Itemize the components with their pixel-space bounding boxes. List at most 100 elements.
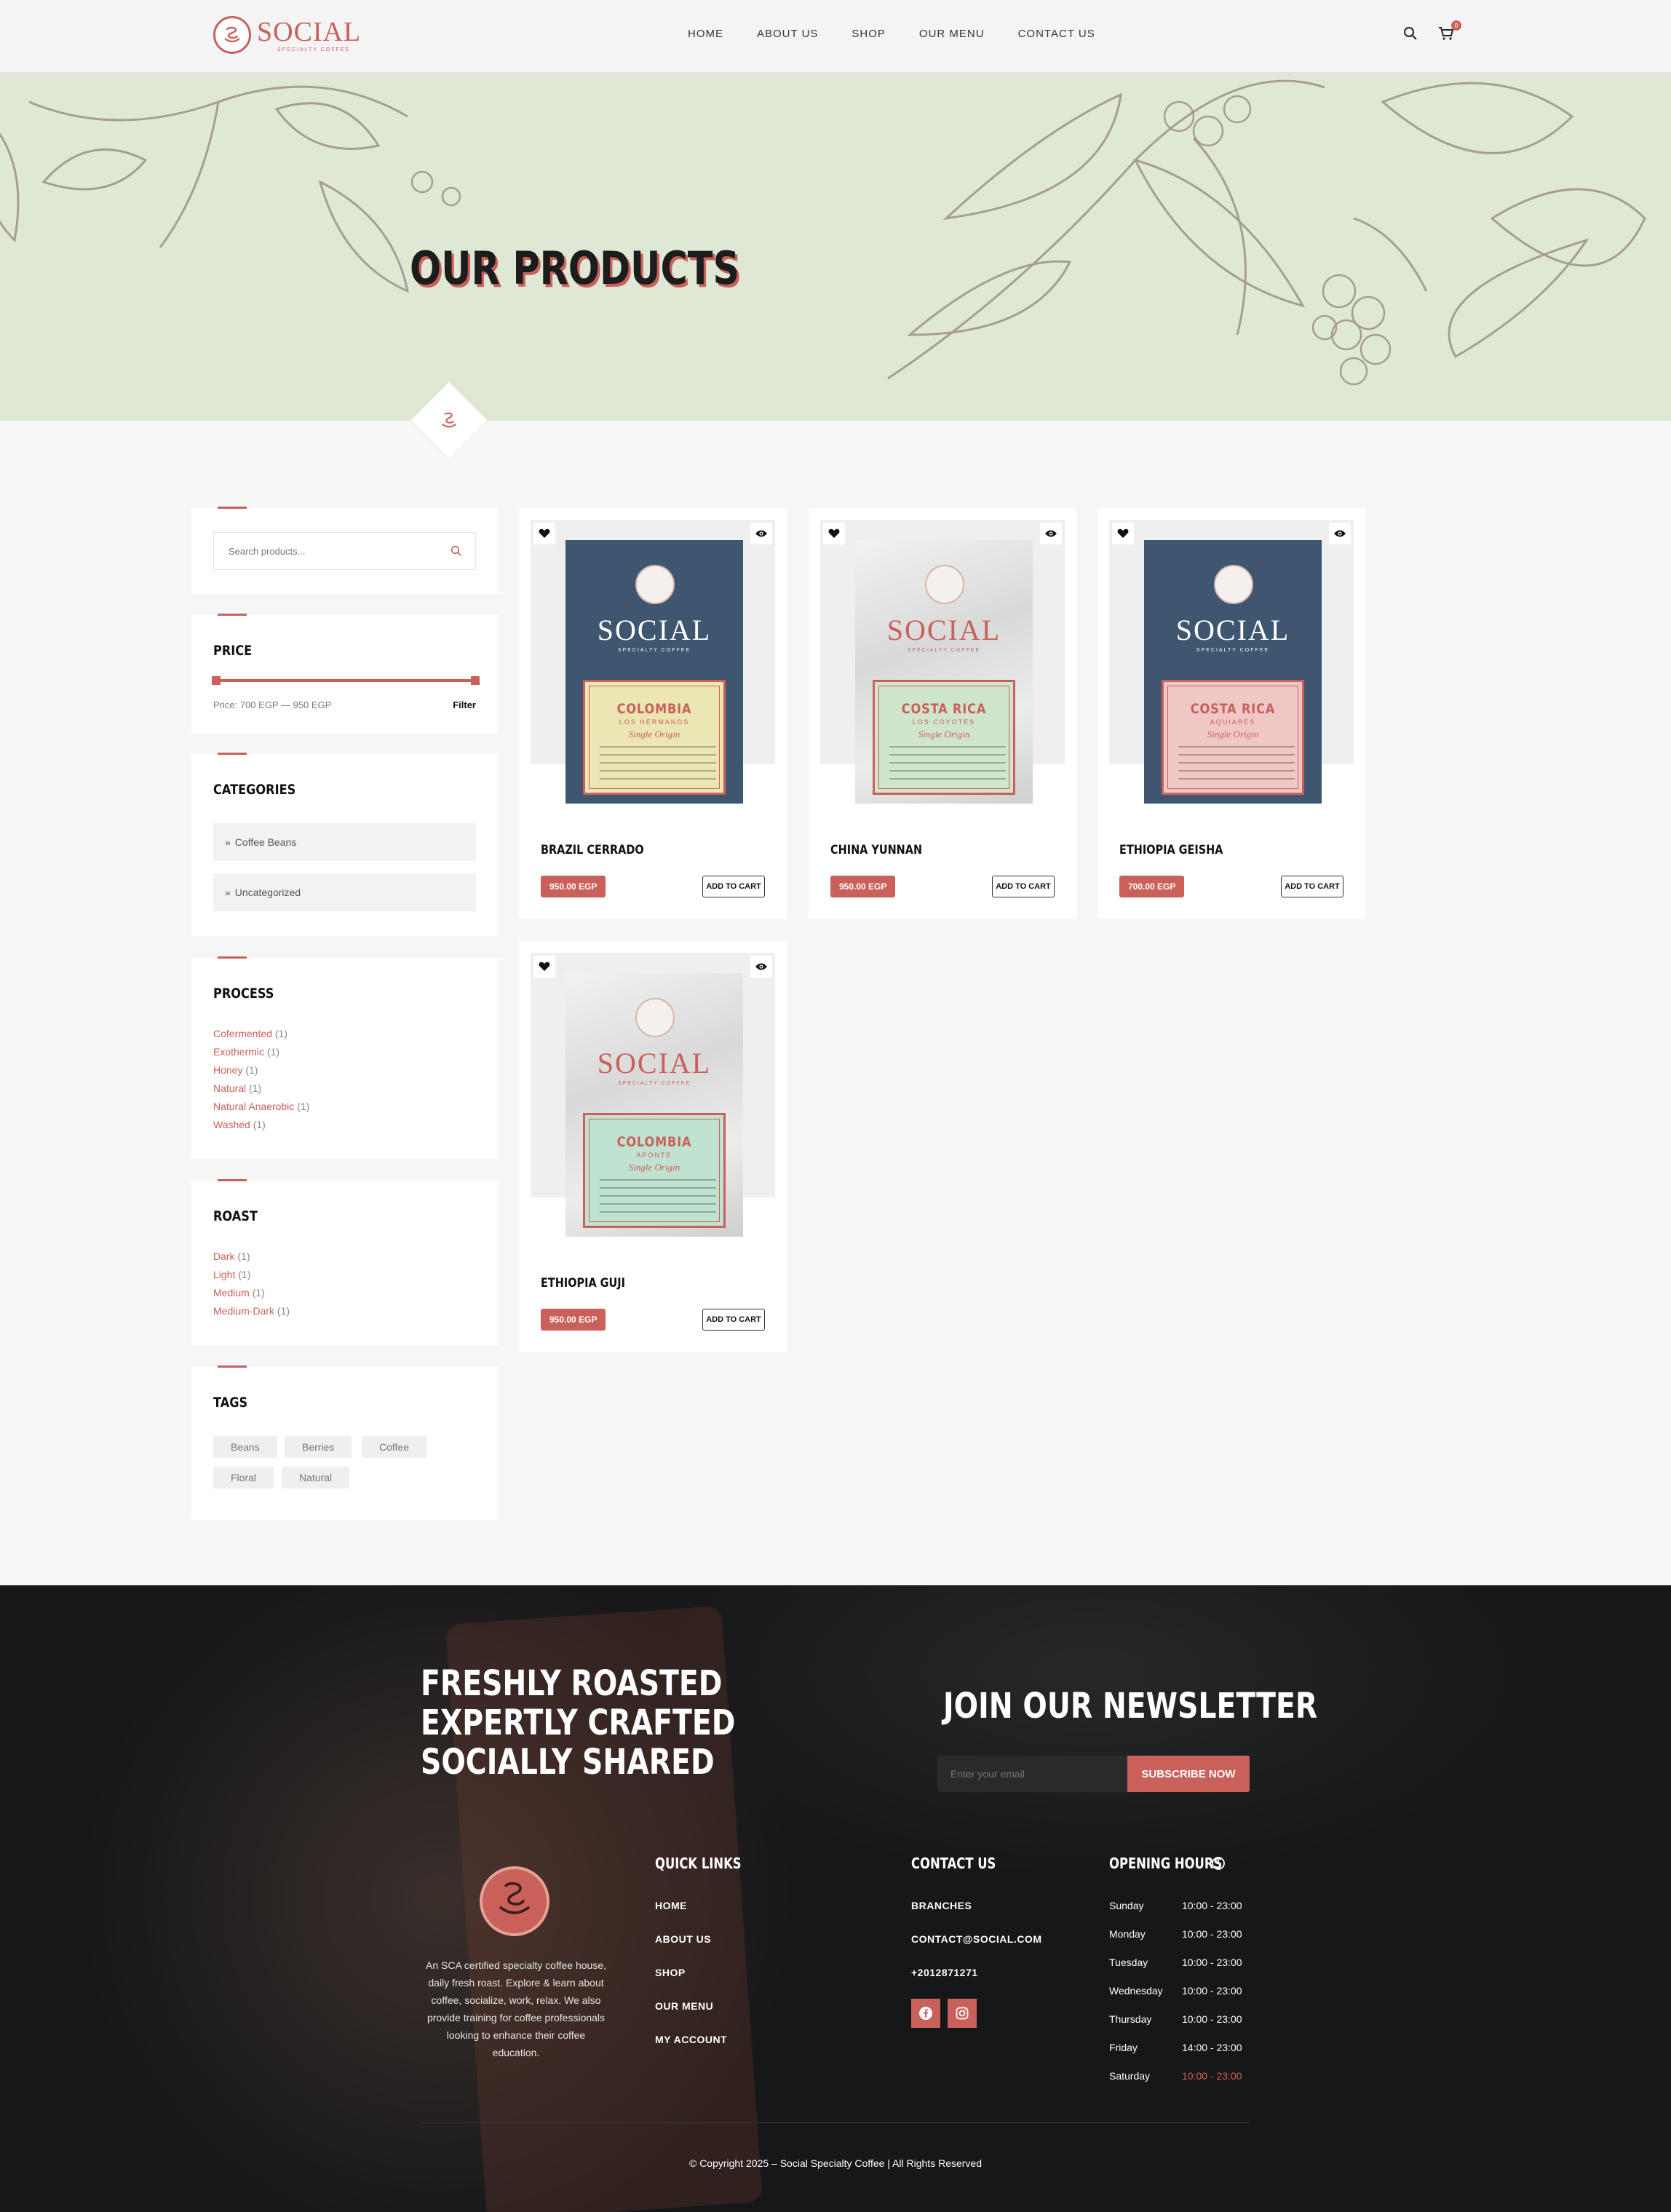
footer-email-link[interactable]: CONTACT@SOCIAL.COM xyxy=(911,1933,1042,1945)
instagram-button[interactable] xyxy=(948,1999,977,2028)
tag-natural[interactable]: Natural xyxy=(282,1467,350,1488)
logo-cup-icon xyxy=(213,16,251,54)
roast-list: Dark (1) Light (1) Medium (1) Medium-Dar… xyxy=(213,1248,290,1320)
page-hero: OUR PRODUCTS xyxy=(0,73,1671,421)
newsletter-title: JOIN OUR NEWSLETTER xyxy=(943,1686,1318,1727)
add-to-cart-button[interactable]: ADD TO CART xyxy=(1281,876,1343,897)
heart-icon xyxy=(828,528,840,538)
footer-link-branches[interactable]: BRANCHES xyxy=(911,1900,972,1911)
nav-shop[interactable]: SHOP xyxy=(852,28,886,40)
main-nav: HOME ABOUT US SHOP OUR MENU CONTACT US xyxy=(688,28,1095,40)
coffee-bag-image: SOCIAL SPECIALTY COFFEE COLOMBIA APONTE … xyxy=(565,973,743,1237)
hours-row: Sunday 10:00 - 23:00 xyxy=(1109,1900,1242,1911)
roast-item[interactable]: Medium-Dark (1) xyxy=(213,1302,290,1320)
product-image[interactable]: SOCIAL SPECIALTY COFFEE COLOMBIA APONTE … xyxy=(531,953,775,1237)
price-badge: 950.00 EGP xyxy=(541,876,606,897)
site-footer: FRESHLY ROASTED EXPERTLY CRAFTED SOCIALL… xyxy=(0,1585,1671,2212)
contact-title: CONTACT US xyxy=(911,1855,996,1872)
product-title[interactable]: ETHIOPIA GUJI xyxy=(541,1276,625,1291)
hours-row: Monday 10:00 - 23:00 xyxy=(1109,1928,1242,1940)
process-item[interactable]: Exothermic (1) xyxy=(213,1043,309,1061)
search-icon[interactable] xyxy=(1403,26,1418,44)
opening-hours-title: OPENING HOURS xyxy=(1109,1855,1223,1872)
footer-divider xyxy=(421,2122,1250,2123)
process-item[interactable]: Natural Anaerobic (1) xyxy=(213,1098,309,1116)
coffee-bag-image: SOCIAL SPECIALTY COFFEE COLOMBIA LOS HER… xyxy=(565,540,743,804)
tag-berries[interactable]: Berries xyxy=(285,1436,352,1458)
eye-icon xyxy=(755,530,767,537)
site-logo[interactable]: SOCIAL SPECIALTY COFFEE xyxy=(213,16,361,54)
logo-name: SOCIAL xyxy=(257,16,362,47)
footer-logo xyxy=(480,1866,549,1936)
facebook-button[interactable] xyxy=(911,1999,940,2028)
footer-phone-link[interactable]: +2012871271 xyxy=(911,1967,978,1978)
cart-button[interactable]: 0 xyxy=(1438,20,1461,44)
product-card[interactable]: SOCIAL SPECIALTY COFFEE COLOMBIA APONTE … xyxy=(519,941,787,1352)
nav-our-menu[interactable]: OUR MENU xyxy=(919,28,985,40)
hours-row: Friday 14:00 - 23:00 xyxy=(1109,2042,1242,2053)
hours-row: Wednesday 10:00 - 23:00 xyxy=(1109,1985,1242,1997)
newsletter-email-input[interactable] xyxy=(937,1756,1127,1792)
logo-tagline: SPECIALTY COFFEE xyxy=(277,47,351,52)
coffee-plant-illustration xyxy=(0,79,1646,386)
price-max-handle[interactable] xyxy=(471,676,480,685)
quick-view-button[interactable] xyxy=(750,956,772,978)
quick-view-button[interactable] xyxy=(1040,523,1062,544)
page-title: OUR PRODUCTS xyxy=(410,242,740,295)
roast-item[interactable]: Dark (1) xyxy=(213,1248,290,1266)
price-min-handle[interactable] xyxy=(212,676,221,685)
wishlist-button[interactable] xyxy=(533,956,555,978)
add-to-cart-button[interactable]: ADD TO CART xyxy=(992,876,1055,897)
product-card[interactable]: SOCIAL SPECIALTY COFFEE COSTA RICA AQUIA… xyxy=(1098,508,1365,919)
cup-icon xyxy=(434,405,464,436)
nav-home[interactable]: HOME xyxy=(688,28,723,40)
process-item[interactable]: Washed (1) xyxy=(213,1116,309,1134)
process-item[interactable]: Natural (1) xyxy=(213,1079,309,1098)
double-chevron-icon: » xyxy=(225,887,231,898)
wishlist-button[interactable] xyxy=(823,523,845,544)
wishlist-button[interactable] xyxy=(533,523,555,544)
quick-view-button[interactable] xyxy=(1329,523,1351,544)
footer-link-about-us[interactable]: ABOUT US xyxy=(655,1933,711,1945)
footer-link-home[interactable]: HOME xyxy=(655,1900,687,1911)
product-title[interactable]: ETHIOPIA GEISHA xyxy=(1119,843,1223,857)
nav-about-us[interactable]: ABOUT US xyxy=(757,28,818,40)
product-image[interactable]: SOCIAL SPECIALTY COFFEE COSTA RICA AQUIA… xyxy=(1109,520,1354,804)
categories-widget: CATEGORIES » Coffee Beans » Uncategorized xyxy=(191,753,498,936)
tags-title: TAGS xyxy=(213,1395,248,1411)
search-icon[interactable] xyxy=(451,545,462,560)
category-uncategorized[interactable]: » Uncategorized xyxy=(213,873,476,911)
search-products-input[interactable] xyxy=(214,533,432,569)
roast-item[interactable]: Medium (1) xyxy=(213,1284,290,1302)
footer-link-shop[interactable]: SHOP xyxy=(655,1967,686,1978)
tag-floral[interactable]: Floral xyxy=(213,1467,274,1488)
tag-coffee[interactable]: Coffee xyxy=(362,1436,426,1458)
price-range-slider[interactable] xyxy=(212,676,480,685)
price-badge: 700.00 EGP xyxy=(1119,876,1185,897)
product-title[interactable]: BRAZIL CERRADO xyxy=(541,843,644,857)
footer-link-our-menu[interactable]: OUR MENU xyxy=(655,2000,713,2012)
product-card[interactable]: SOCIAL SPECIALTY COFFEE COSTA RICA LOS C… xyxy=(809,508,1076,919)
instagram-icon xyxy=(956,2007,969,2020)
tag-beans[interactable]: Beans xyxy=(213,1436,277,1458)
subscribe-button[interactable]: SUBSCRIBE NOW xyxy=(1127,1756,1250,1792)
wishlist-button[interactable] xyxy=(1112,523,1134,544)
search-widget xyxy=(191,507,498,594)
process-item[interactable]: Cofermented (1) xyxy=(213,1025,309,1043)
hours-row: Thursday 10:00 - 23:00 xyxy=(1109,2013,1242,2025)
facebook-icon xyxy=(919,2007,932,2020)
add-to-cart-button[interactable]: ADD TO CART xyxy=(702,876,765,897)
nav-contact-us[interactable]: CONTACT US xyxy=(1018,28,1095,40)
product-card[interactable]: SOCIAL SPECIALTY COFFEE COLOMBIA LOS HER… xyxy=(519,508,787,919)
quick-view-button[interactable] xyxy=(750,523,772,544)
roast-item[interactable]: Light (1) xyxy=(213,1266,290,1284)
add-to-cart-button[interactable]: ADD TO CART xyxy=(702,1309,765,1331)
process-item[interactable]: Honey (1) xyxy=(213,1061,309,1079)
category-coffee-beans[interactable]: » Coffee Beans xyxy=(213,823,476,861)
product-title[interactable]: CHINA YUNNAN xyxy=(830,843,922,857)
price-range-label: Price: 700 EGP — 950 EGP xyxy=(213,699,332,710)
product-image[interactable]: SOCIAL SPECIALTY COFFEE COLOMBIA LOS HER… xyxy=(531,520,775,804)
footer-link-my-account[interactable]: MY ACCOUNT xyxy=(655,2034,727,2045)
product-image[interactable]: SOCIAL SPECIALTY COFFEE COSTA RICA LOS C… xyxy=(820,520,1065,804)
filter-button[interactable]: Filter xyxy=(453,699,476,710)
